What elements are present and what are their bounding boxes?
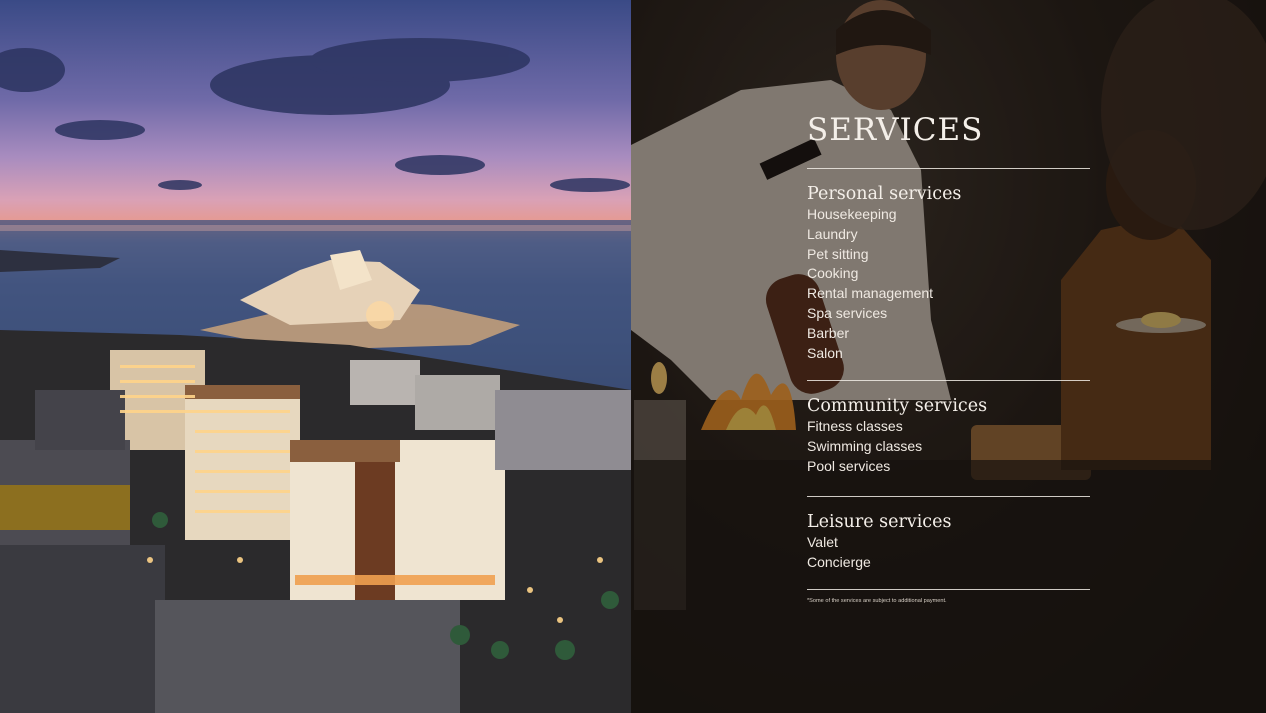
list-item: Concierge [807,553,871,570]
aerial-city-photo [0,0,631,713]
list-item: Laundry [807,225,858,242]
list-item: Housekeeping [807,206,897,222]
divider [807,495,1090,497]
list-item: Salon [807,344,843,361]
clouds [0,38,630,192]
leisure-services-list: Valet Concierge [807,533,1090,573]
footnote: *Some of the services are subject to add… [807,598,947,605]
divider [807,168,1090,169]
services-panel: SERVICES Personal services Housekeeping … [807,112,1090,604]
list-item: Rental management [807,285,934,302]
divider [807,589,1090,591]
list-item: Pool services [807,457,891,474]
section-title-personal: Personal services [807,184,962,204]
divider [807,380,1090,382]
list-item: Pet sitting [807,245,869,262]
personal-services-list: Housekeeping Laundry Pet sitting Cooking… [807,205,1090,363]
community-services-list: Fitness classes Swimming classes Pool se… [807,417,1090,476]
list-item: Cooking [807,265,859,282]
list-item: Valet [807,533,838,550]
page-title: SERVICES [807,112,984,148]
list-item: Swimming classes [807,438,923,455]
list-item: Barber [807,324,850,341]
list-item: Fitness classes [807,418,903,435]
section-title-leisure: Leisure services [807,511,952,532]
section-title-community: Community services [807,396,988,417]
list-item: Spa services [807,304,888,321]
